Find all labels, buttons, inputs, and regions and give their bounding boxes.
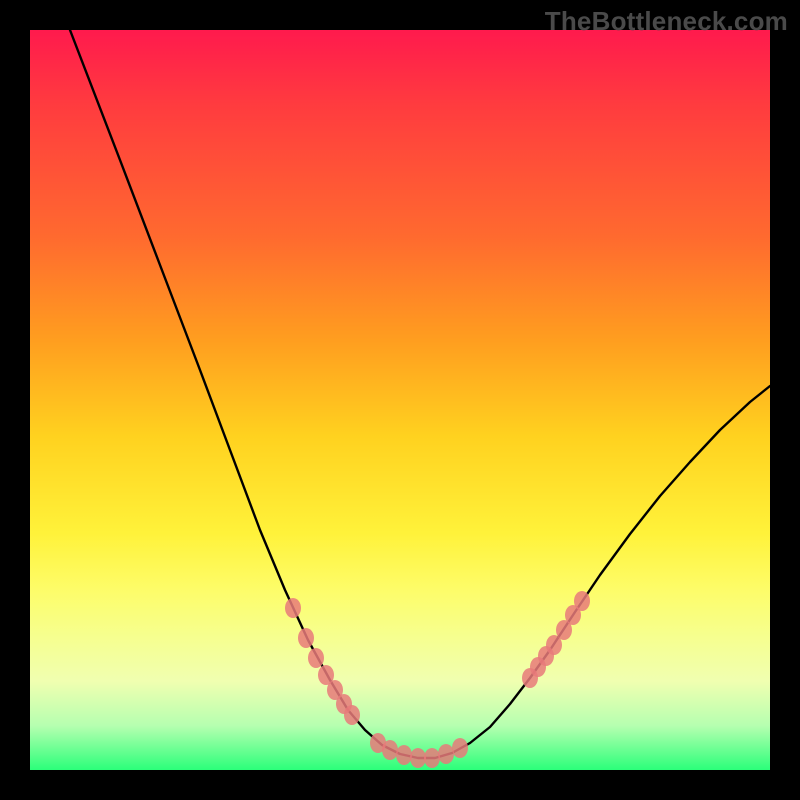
curve-marker — [452, 738, 468, 758]
curve-marker — [424, 748, 440, 768]
curve-marker — [574, 591, 590, 611]
curve-marker — [382, 740, 398, 760]
curve-marker — [298, 628, 314, 648]
watermark-text: TheBottleneck.com — [545, 6, 788, 37]
curve-marker — [308, 648, 324, 668]
bottleneck-curve — [70, 30, 770, 758]
curve-marker — [438, 744, 454, 764]
curve-marker — [344, 705, 360, 725]
curve-marker — [285, 598, 301, 618]
chart-svg — [30, 30, 770, 770]
curve-marker — [396, 745, 412, 765]
curve-marker — [410, 748, 426, 768]
chart-frame — [30, 30, 770, 770]
curve-markers — [285, 591, 590, 768]
